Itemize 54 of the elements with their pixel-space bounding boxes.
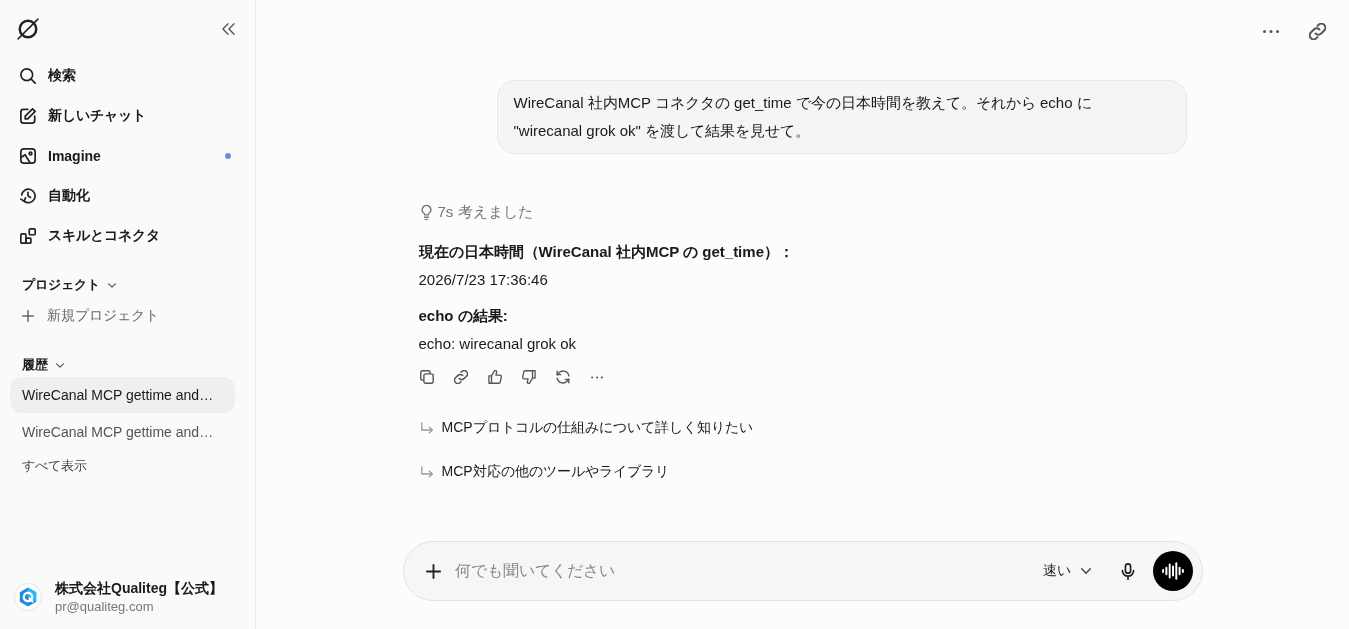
thumbs-up-icon bbox=[487, 370, 502, 384]
chevron-down-icon bbox=[1080, 568, 1091, 574]
logo-icon bbox=[17, 18, 39, 40]
sidebar-nav-item[interactable]: Imagine bbox=[0, 136, 255, 176]
sidebar-nav-item[interactable]: スキルとコネクタ bbox=[0, 216, 255, 256]
thumbs-down-icon bbox=[521, 370, 536, 384]
refresh-icon bbox=[555, 370, 570, 384]
suggested-followup[interactable]: MCPプロトコルの仕組みについて詳しく知りたい bbox=[418, 410, 753, 446]
collapse-sidebar-button[interactable] bbox=[222, 23, 235, 35]
search-icon bbox=[20, 68, 36, 84]
chevron-down-icon bbox=[56, 362, 64, 368]
history-section-toggle[interactable]: 履歴 bbox=[0, 353, 64, 377]
account-name: 株式会社Qualiteg【公式】 bbox=[55, 580, 223, 598]
double-chevron-left-icon bbox=[222, 23, 235, 35]
sidebar-nav-item[interactable]: 検索 bbox=[0, 56, 255, 96]
sidebar-nav-item[interactable]: 自動化 bbox=[0, 176, 255, 216]
chevron-down-icon bbox=[108, 282, 116, 288]
response-heading: 現在の日本時間（WireCanal 社内MCP の get_time）： bbox=[418, 242, 795, 262]
waveform-icon bbox=[1161, 562, 1184, 580]
voice-mode-button[interactable] bbox=[1152, 551, 1193, 591]
response-heading: echo の結果: bbox=[418, 306, 509, 326]
history-item[interactable]: WireCanal MCP gettime and… bbox=[10, 414, 235, 450]
link-icon bbox=[453, 370, 468, 384]
suggested-followup[interactable]: MCP対応の他のツールやライブラリ bbox=[418, 454, 669, 490]
sidebar-nav-item[interactable]: 新しいチャット bbox=[0, 96, 255, 136]
message-input[interactable]: 何でも聞いてください bbox=[454, 557, 1043, 585]
more-icon bbox=[1263, 29, 1279, 33]
more-icon bbox=[590, 375, 603, 379]
response-text: echo: wirecanal grok ok bbox=[418, 334, 578, 354]
account-email: pr@qualiteg.com bbox=[55, 599, 155, 614]
pencil-square-icon bbox=[20, 108, 36, 124]
lightbulb-icon bbox=[420, 204, 432, 220]
plus-icon bbox=[22, 310, 34, 322]
microphone-icon bbox=[1120, 562, 1135, 580]
plus-icon bbox=[425, 563, 441, 579]
clock-arrow-icon bbox=[20, 188, 36, 204]
return-arrow-icon bbox=[420, 466, 433, 478]
attach-button[interactable] bbox=[425, 563, 441, 579]
microphone-button[interactable] bbox=[1120, 562, 1135, 580]
link-icon bbox=[1308, 22, 1326, 40]
avatar-icon bbox=[14, 583, 42, 611]
image-icon bbox=[20, 148, 36, 164]
thinking-time-toggle[interactable]: 7s 考えました bbox=[418, 202, 533, 222]
new-project-button[interactable]: 新規プロジェクト bbox=[0, 300, 159, 332]
blocks-icon bbox=[20, 228, 36, 244]
user-message: WireCanal 社内MCP コネクタの get_time で今の日本時間を教えて。それから echo に "wirecanal grok ok" を渡して結果を見せて。 bbox=[496, 80, 1187, 154]
return-arrow-icon bbox=[420, 422, 433, 434]
message-composer[interactable]: 何でも聞いてください 速い bbox=[402, 541, 1203, 601]
response-text: 2026/7/23 17:36:46 bbox=[418, 270, 549, 290]
model-mode-dropdown[interactable]: 速い bbox=[1042, 562, 1091, 580]
projects-section-toggle[interactable]: プロジェクト bbox=[0, 273, 116, 297]
show-all-link[interactable]: すべて表示 bbox=[0, 452, 87, 480]
history-item[interactable]: WireCanal MCP gettime and… bbox=[10, 377, 235, 413]
copy-icon bbox=[419, 370, 434, 384]
